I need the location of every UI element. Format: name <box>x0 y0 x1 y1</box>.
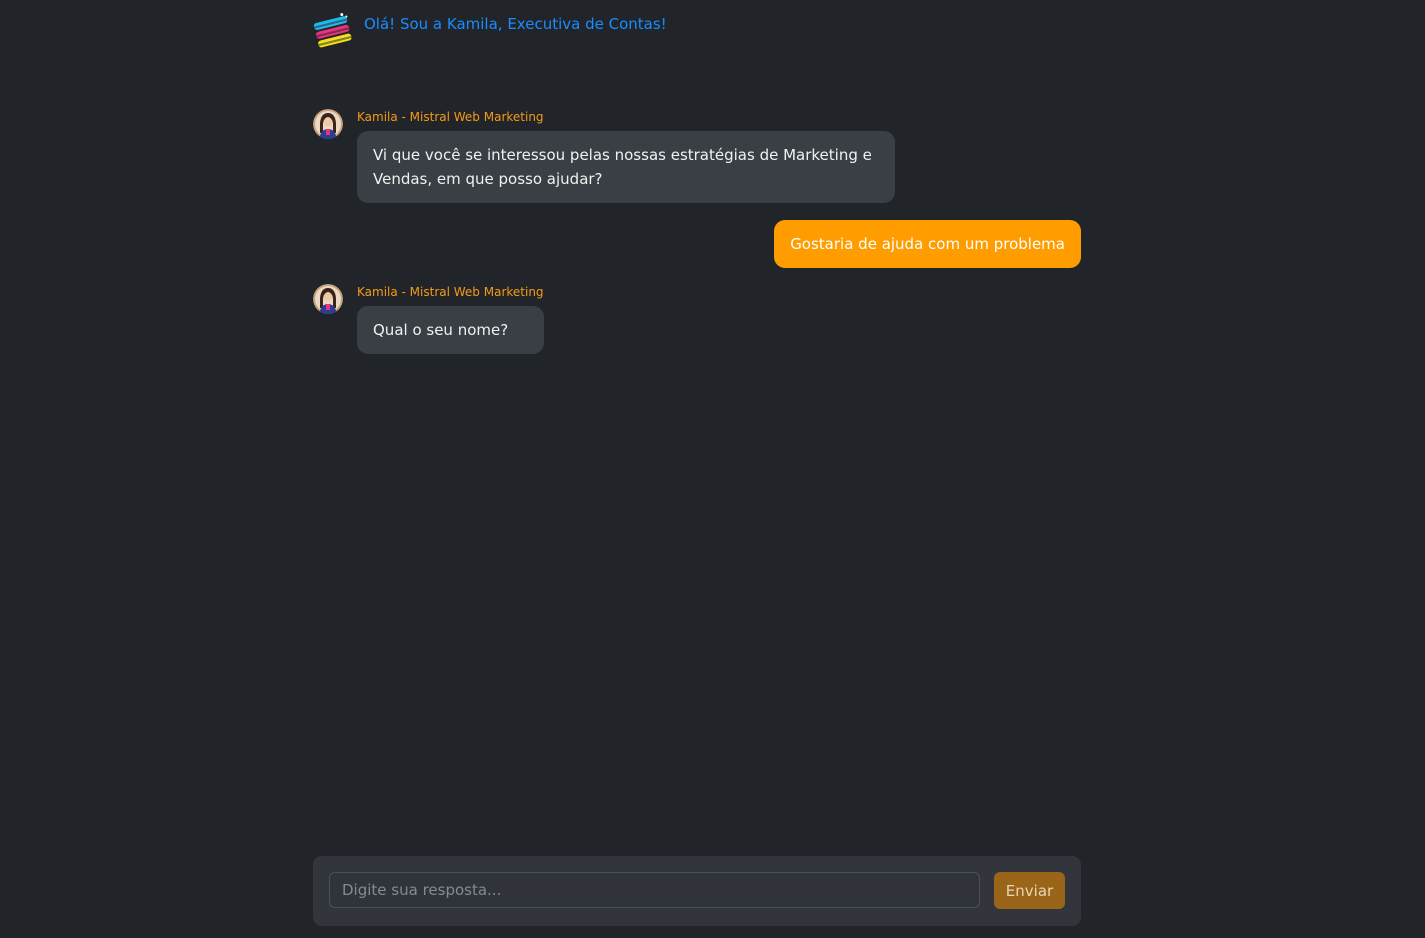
agent-avatar-icon <box>313 284 343 314</box>
logo-icon <box>313 12 355 54</box>
message-composer: Enviar <box>313 856 1081 926</box>
reply-input[interactable] <box>329 872 980 908</box>
send-button[interactable]: Enviar <box>994 872 1065 909</box>
sender-name: Kamila - Mistral Web Marketing <box>357 110 544 124</box>
bot-message-bubble: Qual o seu nome? <box>357 306 544 354</box>
chat-header: Olá! Sou a Kamila, Executiva de Contas! <box>313 12 667 56</box>
chat-title: Olá! Sou a Kamila, Executiva de Contas! <box>364 15 667 33</box>
user-message-bubble: Gostaria de ajuda com um problema <box>774 220 1081 268</box>
chat-page: Olá! Sou a Kamila, Executiva de Contas! … <box>0 0 1425 938</box>
bot-message: Kamila - Mistral Web Marketing Vi que vo… <box>313 109 895 203</box>
bot-message: Kamila - Mistral Web Marketing Qual o se… <box>313 284 544 354</box>
sender-name: Kamila - Mistral Web Marketing <box>357 285 544 299</box>
chat-container: Olá! Sou a Kamila, Executiva de Contas! … <box>313 0 1081 938</box>
agent-avatar-icon <box>313 109 343 139</box>
bot-message-bubble: Vi que você se interessou pelas nossas e… <box>357 131 895 203</box>
